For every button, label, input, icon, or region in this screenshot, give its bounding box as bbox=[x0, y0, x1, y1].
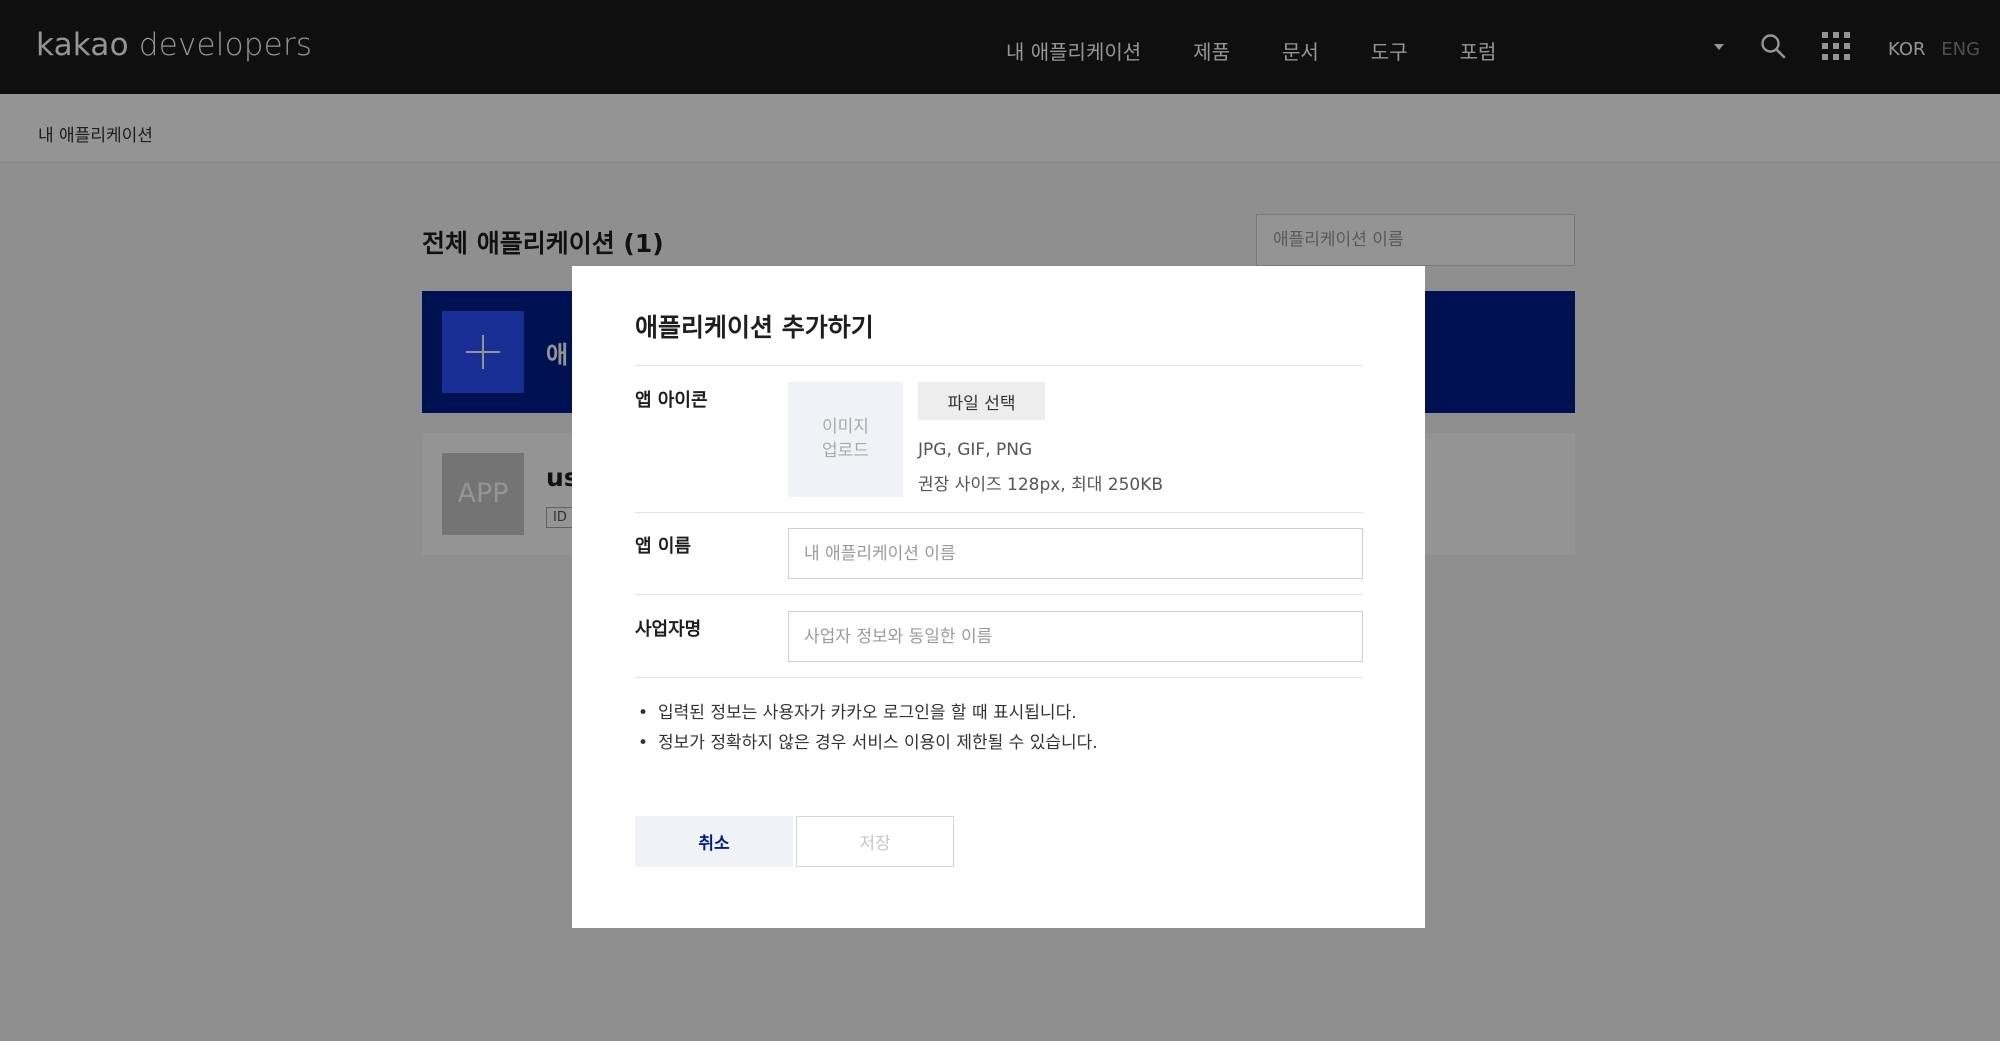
divider bbox=[635, 677, 1363, 678]
image-upload-area[interactable]: 이미지 업로드 bbox=[788, 382, 903, 497]
save-button[interactable]: 저장 bbox=[796, 816, 954, 867]
file-select-button[interactable]: 파일 선택 bbox=[918, 382, 1045, 420]
info-note-2-text: 정보가 정확하지 않은 경우 서비스 이용이 제한될 수 있습니다. bbox=[658, 733, 1098, 753]
company-name-input[interactable] bbox=[788, 611, 1363, 662]
divider bbox=[635, 594, 1363, 595]
info-note-2: • 정보가 정확하지 않은 경우 서비스 이용이 제한될 수 있습니다. bbox=[638, 733, 1098, 753]
divider bbox=[635, 365, 1363, 366]
info-note-1: • 입력된 정보는 사용자가 카카오 로그인을 할 때 표시됩니다. bbox=[638, 703, 1077, 723]
app-icon-label: 앱 아이콘 bbox=[635, 390, 708, 411]
divider bbox=[635, 512, 1363, 513]
cancel-button[interactable]: 취소 bbox=[635, 816, 793, 867]
upload-text-line1: 이미지 bbox=[822, 417, 869, 437]
info-note-1-text: 입력된 정보는 사용자가 카카오 로그인을 할 때 표시됩니다. bbox=[658, 703, 1077, 723]
upload-text-line2: 업로드 bbox=[822, 441, 869, 461]
app-name-input[interactable] bbox=[788, 528, 1363, 579]
add-application-modal: 애플리케이션 추가하기 앱 아이콘 이미지 업로드 파일 선택 JPG, GIF… bbox=[572, 266, 1425, 928]
size-hint: 권장 사이즈 128px, 최대 250KB bbox=[918, 475, 1164, 495]
modal-title: 애플리케이션 추가하기 bbox=[635, 313, 874, 342]
app-name-label: 앱 이름 bbox=[635, 536, 691, 557]
company-name-label: 사업자명 bbox=[635, 619, 702, 640]
format-hint: JPG, GIF, PNG bbox=[918, 440, 1033, 460]
